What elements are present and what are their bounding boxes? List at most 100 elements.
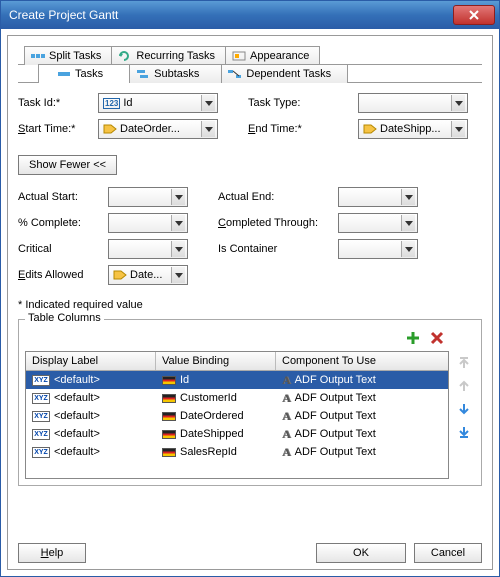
tab-subtasks[interactable]: Subtasks xyxy=(129,64,222,83)
move-bottom-button[interactable] xyxy=(454,422,474,442)
pct-complete-combo[interactable] xyxy=(108,213,188,233)
show-fewer-button[interactable]: Show Fewer << xyxy=(18,155,117,175)
move-down-button[interactable] xyxy=(454,399,474,419)
xyz-icon: XYZ xyxy=(32,429,50,440)
combo-value: DateOrder... xyxy=(120,123,198,135)
table-columns-group: Table Columns Display Label Value Bindin… xyxy=(18,319,482,486)
tabs-top: Split Tasks Recurring Tasks Appearance xyxy=(24,46,482,65)
tabs-sub: Tasks Subtasks Dependent Tasks xyxy=(38,64,482,83)
close-button[interactable] xyxy=(453,5,495,25)
completed-through-label: Completed Through: xyxy=(218,217,338,229)
plus-icon xyxy=(406,331,420,345)
cell-display: <default> xyxy=(54,446,100,458)
tab-label: Split Tasks xyxy=(49,50,101,62)
pct-complete-label: % Complete: xyxy=(18,217,108,229)
tab-appearance[interactable]: Appearance xyxy=(225,46,320,65)
tab-label: Tasks xyxy=(75,68,103,80)
chevron-down-icon xyxy=(171,215,185,231)
titlebar: Create Project Gantt xyxy=(1,1,499,29)
end-time-combo[interactable]: DateShipp... xyxy=(358,119,468,139)
group-title: Table Columns xyxy=(25,312,104,324)
actual-start-combo[interactable] xyxy=(108,187,188,207)
table-row[interactable]: XYZ <default> SalesRepId A ADF Output Text xyxy=(26,443,448,461)
arrow-down-icon xyxy=(457,402,471,416)
cell-display: <default> xyxy=(54,392,100,404)
chevron-down-icon xyxy=(451,95,465,111)
tab-dependent-tasks[interactable]: Dependent Tasks xyxy=(221,64,348,83)
move-up-button[interactable] xyxy=(454,376,474,396)
text-component-icon: A xyxy=(282,391,291,406)
xyz-icon: XYZ xyxy=(32,375,50,386)
cell-binding: Id xyxy=(180,374,189,386)
cancel-button[interactable]: Cancel xyxy=(414,543,482,563)
chevron-down-icon xyxy=(451,121,465,137)
text-component-icon: A xyxy=(282,373,291,388)
tab-label: Recurring Tasks xyxy=(136,50,215,62)
task-id-label: Task Id:* xyxy=(18,97,98,109)
text-component-icon: A xyxy=(282,427,291,442)
chevron-down-icon xyxy=(401,189,415,205)
move-top-button[interactable] xyxy=(454,353,474,373)
start-time-combo[interactable]: DateOrder... xyxy=(98,119,218,139)
th-display[interactable]: Display Label xyxy=(26,352,156,370)
dependent-tasks-icon xyxy=(228,69,242,79)
actual-start-label: Actual Start: xyxy=(18,191,108,203)
tab-tasks[interactable]: Tasks xyxy=(38,64,130,83)
cell-binding: CustomerId xyxy=(180,392,237,404)
chevron-down-icon xyxy=(201,95,215,111)
start-time-label: Start Time:* xyxy=(18,123,98,135)
delete-icon xyxy=(430,331,444,345)
text-component-icon: A xyxy=(282,445,291,460)
completed-through-combo[interactable] xyxy=(338,213,418,233)
task-type-combo[interactable] xyxy=(358,93,468,113)
edits-allowed-combo[interactable]: Date... xyxy=(108,265,188,285)
tag-icon xyxy=(103,124,117,134)
flag-icon xyxy=(162,430,176,439)
actual-end-label: Actual End: xyxy=(218,191,338,203)
flag-icon xyxy=(162,376,176,385)
table-row[interactable]: XYZ<default>CustomerIdAADF Output Text xyxy=(26,389,448,407)
critical-combo[interactable] xyxy=(108,239,188,259)
cell-binding: DateOrdered xyxy=(180,410,244,422)
xyz-icon: XYZ xyxy=(32,411,50,422)
task-id-combo[interactable]: 123 Id xyxy=(98,93,218,113)
tab-label: Dependent Tasks xyxy=(246,68,331,80)
chevron-down-icon xyxy=(201,121,215,137)
flag-icon xyxy=(162,394,176,403)
chevron-down-icon xyxy=(401,241,415,257)
arrow-top-icon xyxy=(457,356,471,370)
tab-split-tasks[interactable]: Split Tasks xyxy=(24,46,112,65)
tasks-icon xyxy=(57,69,71,79)
th-binding[interactable]: Value Binding xyxy=(156,352,276,370)
task-type-label: Task Type: xyxy=(248,97,358,109)
cell-binding: SalesRepId xyxy=(180,446,237,458)
cell-component: ADF Output Text xyxy=(295,446,376,458)
split-tasks-icon xyxy=(31,51,45,61)
cell-component: ADF Output Text xyxy=(295,392,376,404)
remove-column-button[interactable] xyxy=(427,328,447,348)
recurring-tasks-icon xyxy=(118,51,132,61)
edits-allowed-label: Edits Allowed xyxy=(18,269,108,281)
reorder-buttons xyxy=(453,351,475,479)
table-row[interactable]: XYZ<default>DateShippedAADF Output Text xyxy=(26,425,448,443)
subtasks-icon xyxy=(136,69,150,79)
arrow-bottom-icon xyxy=(457,425,471,439)
appearance-icon xyxy=(232,51,246,61)
xyz-icon: XYZ xyxy=(32,447,50,458)
help-button[interactable]: Help xyxy=(18,543,86,563)
table-row[interactable]: XYZ<default>IdAADF Output Text xyxy=(26,371,448,389)
columns-table[interactable]: Display Label Value Binding Component To… xyxy=(25,351,449,479)
tab-recurring-tasks[interactable]: Recurring Tasks xyxy=(111,46,226,65)
required-note: * Indicated required value xyxy=(18,299,482,311)
dialog-content: Split Tasks Recurring Tasks Appearance T… xyxy=(7,35,493,570)
dialog-footer: Help OK Cancel xyxy=(18,543,482,563)
actual-end-combo[interactable] xyxy=(338,187,418,207)
dialog-window: Create Project Gantt Split Tasks Recurri… xyxy=(0,0,500,577)
is-container-combo[interactable] xyxy=(338,239,418,259)
critical-label: Critical xyxy=(18,243,108,255)
add-column-button[interactable] xyxy=(403,328,423,348)
table-row[interactable]: XYZ<default>DateOrderedAADF Output Text xyxy=(26,407,448,425)
th-component[interactable]: Component To Use xyxy=(276,352,448,370)
cell-component: ADF Output Text xyxy=(295,410,376,422)
ok-button[interactable]: OK xyxy=(316,543,406,563)
